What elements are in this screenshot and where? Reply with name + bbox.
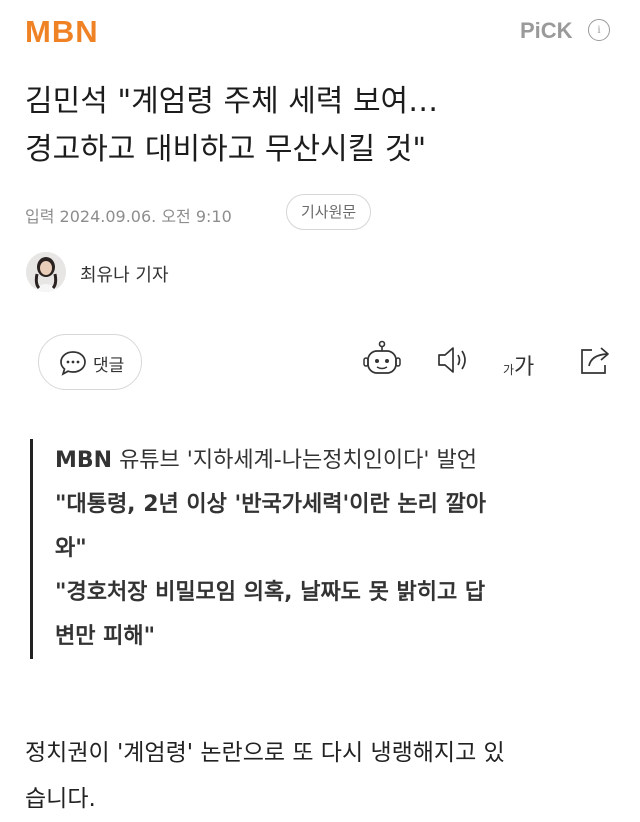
subheading-line: MBN 유튜브 '지하세계-나는정치인이다' 발언 (55, 439, 625, 483)
subheading-bold: "대통령, 2년 이상 '반국가세력'이란 논리 깔아 (55, 492, 486, 517)
speaker-icon[interactable] (436, 344, 470, 376)
subheading-line: 변만 피해" (55, 615, 625, 659)
reporter-avatar[interactable] (26, 252, 66, 292)
body-line-1: 정치권이 '계엄령' 논란으로 또 다시 냉랭해지고 있 (25, 740, 505, 766)
subheading-rest: 유튜브 '지하세계-나는정치인이다' 발언 (112, 448, 477, 473)
comment-button[interactable]: 댓글 (38, 334, 142, 390)
robot-icon[interactable] (363, 340, 401, 380)
font-size-button[interactable]: 가가 (503, 349, 534, 381)
font-small-label: 가 (503, 363, 515, 377)
meta-label: 입력 (25, 207, 55, 226)
info-icon[interactable]: i (588, 19, 610, 41)
body-line-2: 습니다. (25, 786, 96, 812)
subheading-bold: 와" (55, 536, 87, 561)
mbn-logo[interactable]: MBN (25, 14, 99, 50)
subheading-bold: MBN (55, 448, 113, 473)
comment-label: 댓글 (93, 356, 125, 376)
subheading-line: 와" (55, 527, 625, 571)
pick-label[interactable]: PiCK (520, 18, 573, 44)
article-meta: 입력 2024.09.06. 오전 9:10 (25, 203, 232, 227)
subheading-line: "대통령, 2년 이상 '반국가세력'이란 논리 깔아 (55, 483, 625, 527)
publish-date: 2024.09.06. 오전 9:10 (59, 207, 232, 226)
subheading-line: "경호처장 비밀모임 의혹, 날짜도 못 밝히고 답 (55, 571, 625, 615)
headline-line-2: 경고하고 대비하고 무산시킬 것" (25, 132, 427, 167)
subheading-bold: 변만 피해" (55, 624, 156, 649)
article-body: 정치권이 '계엄령' 논란으로 또 다시 냉랭해지고 있 습니다. (25, 730, 625, 822)
speech-bubble-icon (60, 351, 86, 376)
subheading-bold: "경호처장 비밀모임 의혹, 날짜도 못 밝히고 답 (55, 580, 486, 605)
article-subheadings: MBN 유튜브 '지하세계-나는정치인이다' 발언 "대통령, 2년 이상 '반… (30, 439, 625, 659)
share-icon[interactable] (578, 343, 612, 377)
headline-line-1: 김민석 "계엄령 주체 세력 보여… (25, 84, 439, 119)
original-article-button[interactable]: 기사원문 (286, 194, 372, 230)
article-headline: 김민석 "계엄령 주체 세력 보여… 경고하고 대비하고 무산시킬 것" (25, 78, 625, 174)
font-large-label: 가 (514, 355, 535, 380)
reporter-name[interactable]: 최유나 기자 (80, 261, 169, 287)
